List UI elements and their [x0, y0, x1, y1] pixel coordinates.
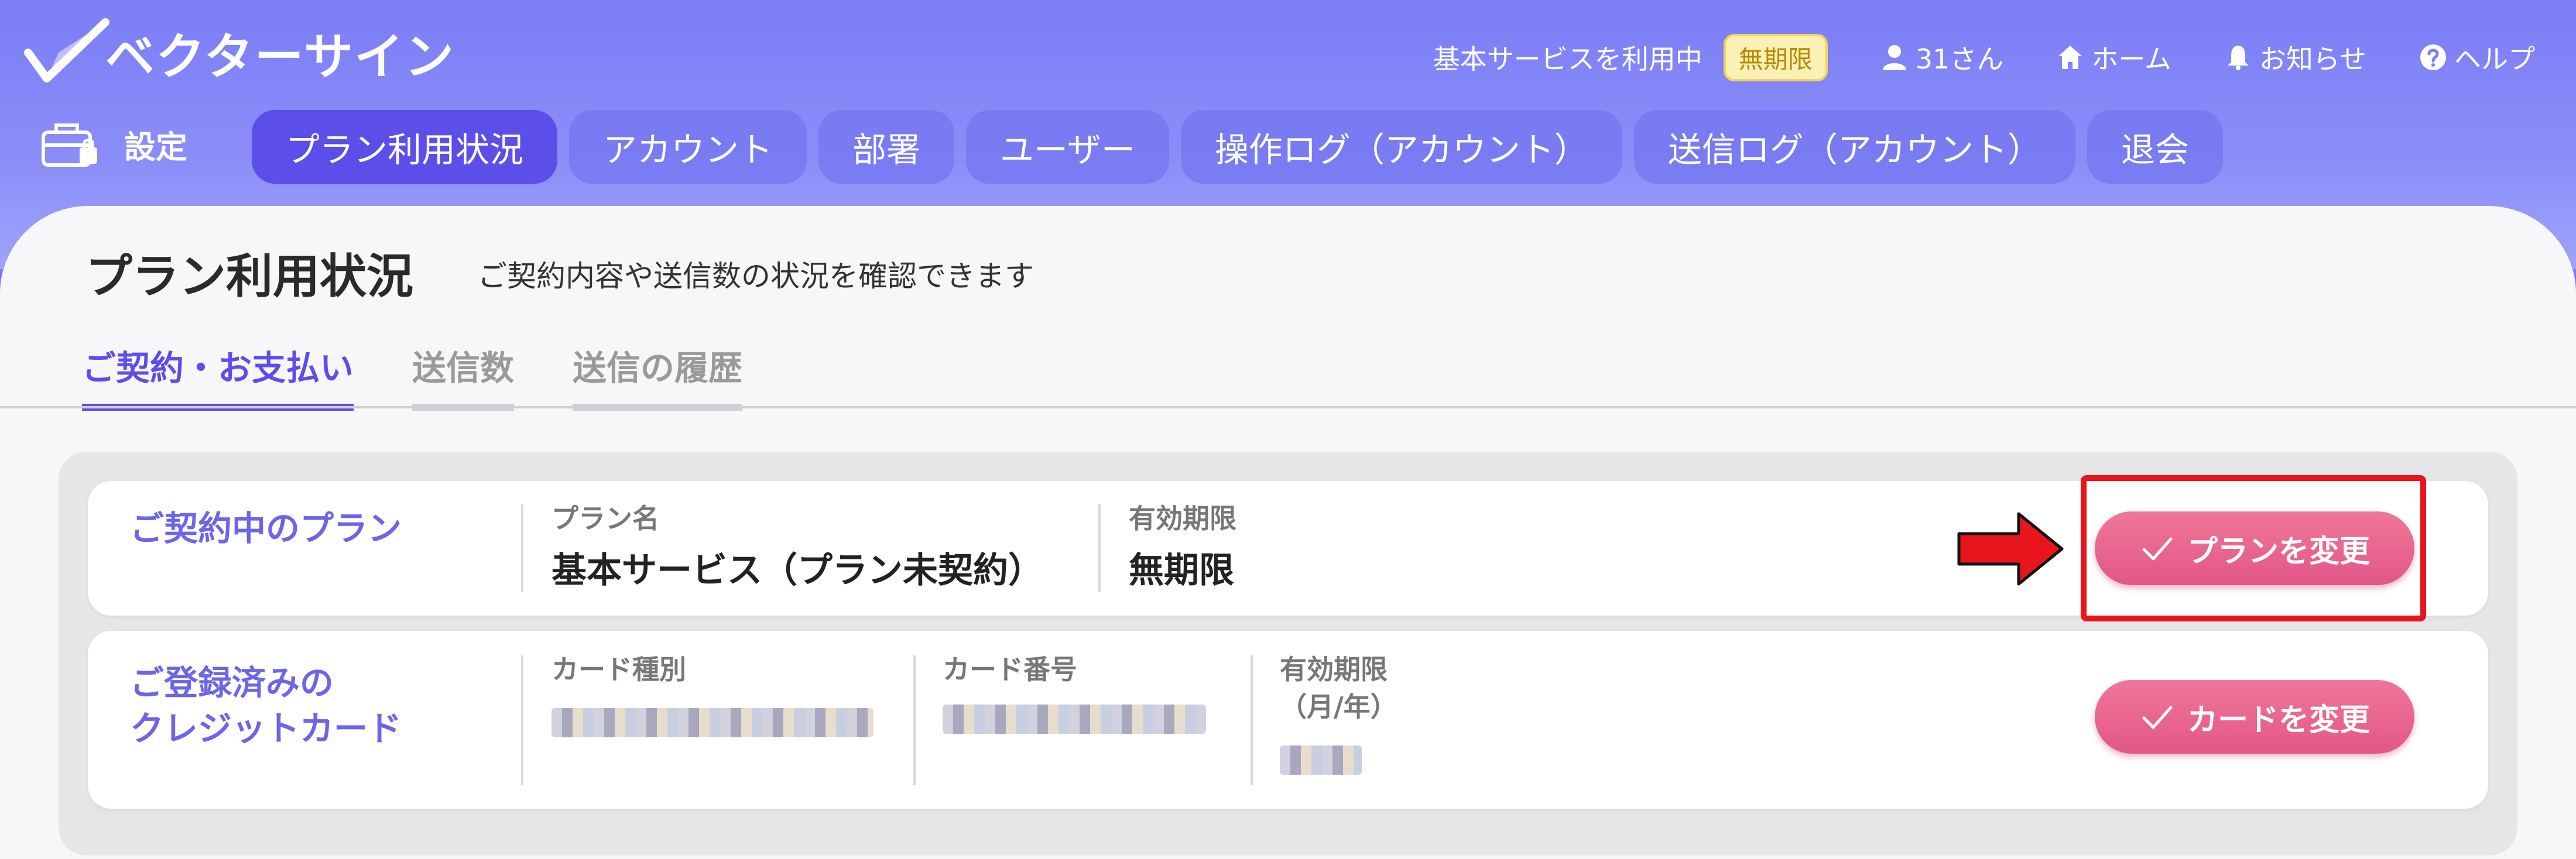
subtab-divider: [0, 406, 2576, 408]
user-icon: [1882, 45, 1906, 70]
notice-link[interactable]: お知らせ: [2224, 38, 2366, 77]
tab-withdraw[interactable]: 退会: [2087, 110, 2223, 184]
notice-label: お知らせ: [2259, 43, 2366, 75]
divider: [1098, 504, 1101, 592]
credit-card-card: ご登録済みの クレジットカード カード種別 カード番号 有効期限 （月/年） カ…: [88, 631, 2488, 809]
plan-row-title: ご契約中のプラン: [130, 508, 402, 548]
card-row-title-line2: クレジットカード: [130, 709, 402, 748]
plan-name-label: プラン名: [551, 503, 659, 534]
sub-tabs: ご契約・お支払い 送信数 送信の履歴: [82, 341, 801, 411]
page-subtitle: ご契約内容や送信数の状況を確認できます: [478, 259, 1034, 293]
tab-department[interactable]: 部署: [818, 110, 955, 184]
card-number-value-redacted: [943, 705, 1206, 734]
settings-heading: 設定: [39, 115, 187, 173]
subtab-contract-payment[interactable]: ご契約・お支払い: [82, 341, 354, 411]
divider: [1251, 655, 1253, 785]
main-panel: プラン利用状況 ご契約内容や送信数の状況を確認できます ご契約・お支払い 送信数…: [0, 206, 2576, 859]
user-menu[interactable]: 31さん: [1880, 38, 2004, 77]
red-arrow-icon: [1957, 512, 2064, 586]
card-row-title: ご登録済みの クレジットカード: [130, 660, 402, 751]
app-logo[interactable]: ベクターサイン: [23, 18, 455, 88]
checkmark-logo-icon: [24, 18, 109, 83]
card-expiry-value-redacted: [1280, 745, 1362, 775]
tab-send-log[interactable]: 送信ログ（アカウント）: [1633, 110, 2075, 184]
subtab-send-count[interactable]: 送信数: [412, 341, 515, 411]
tab-operation-log[interactable]: 操作ログ（アカウント）: [1180, 110, 1622, 184]
bell-icon: [2227, 46, 2249, 70]
change-card-button[interactable]: カードを変更: [2095, 680, 2414, 754]
page-title: プラン利用状況: [85, 249, 413, 304]
user-name: 31さん: [1915, 43, 2004, 75]
plan-card: ご契約中のプラン プラン名 基本サービス（プラン未契約） 有効期限 無期限 プラ…: [88, 475, 2488, 621]
contract-section: ご契約中のプラン プラン名 基本サービス（プラン未契約） 有効期限 無期限 プラ…: [59, 452, 2517, 855]
card-type-value-redacted: [551, 708, 873, 737]
service-period-badge: 無期限: [1723, 33, 1828, 81]
plan-expiry-value: 無期限: [1129, 550, 1234, 591]
service-status: 基本サービスを利用中 無期限: [1433, 33, 1828, 81]
service-status-text: 基本サービスを利用中: [1433, 43, 1703, 75]
card-expiry-label: 有効期限 （月/年）: [1280, 651, 1397, 726]
card-type-label: カード種別: [551, 654, 686, 685]
check-icon: [2142, 706, 2173, 729]
home-label: ホーム: [2091, 43, 2171, 75]
card-number-label: カード番号: [943, 654, 1077, 685]
tab-users[interactable]: ユーザー: [966, 110, 1169, 184]
toolbox-icon: [42, 123, 97, 167]
divider: [521, 504, 523, 592]
top-navigation: 基本サービスを利用中 無期限 31さん ホーム お知らせ ヘルプ: [1433, 33, 2535, 81]
divider: [521, 655, 523, 785]
card-expiry-label-line1: 有効期限: [1280, 654, 1388, 685]
logo-text: ベクターサイン: [105, 28, 455, 85]
settings-tabs: プラン利用状況 アカウント 部署 ユーザー 操作ログ（アカウント） 送信ログ（ア…: [252, 110, 2235, 184]
card-expiry-label-line2: （月/年）: [1280, 691, 1397, 723]
tab-plan-usage[interactable]: プラン利用状況: [252, 110, 558, 184]
check-icon: [2142, 537, 2173, 561]
plan-name-value: 基本サービス（プラン未契約）: [551, 550, 1043, 591]
tab-account[interactable]: アカウント: [569, 110, 807, 184]
card-row-title-line1: ご登録済みの: [130, 663, 334, 703]
divider: [913, 655, 916, 785]
plan-expiry-label: 有効期限: [1129, 503, 1236, 534]
help-label: ヘルプ: [2454, 43, 2535, 75]
help-icon: [2420, 44, 2446, 70]
change-plan-label: プランを変更: [2187, 534, 2370, 569]
help-link[interactable]: ヘルプ: [2419, 38, 2535, 77]
home-link[interactable]: ホーム: [2056, 38, 2171, 77]
home-icon: [2058, 46, 2082, 69]
change-card-label: カードを変更: [2187, 702, 2370, 738]
change-plan-button[interactable]: プランを変更: [2095, 511, 2414, 585]
subtab-send-history[interactable]: 送信の履歴: [573, 341, 743, 411]
settings-label: 設定: [124, 128, 187, 166]
